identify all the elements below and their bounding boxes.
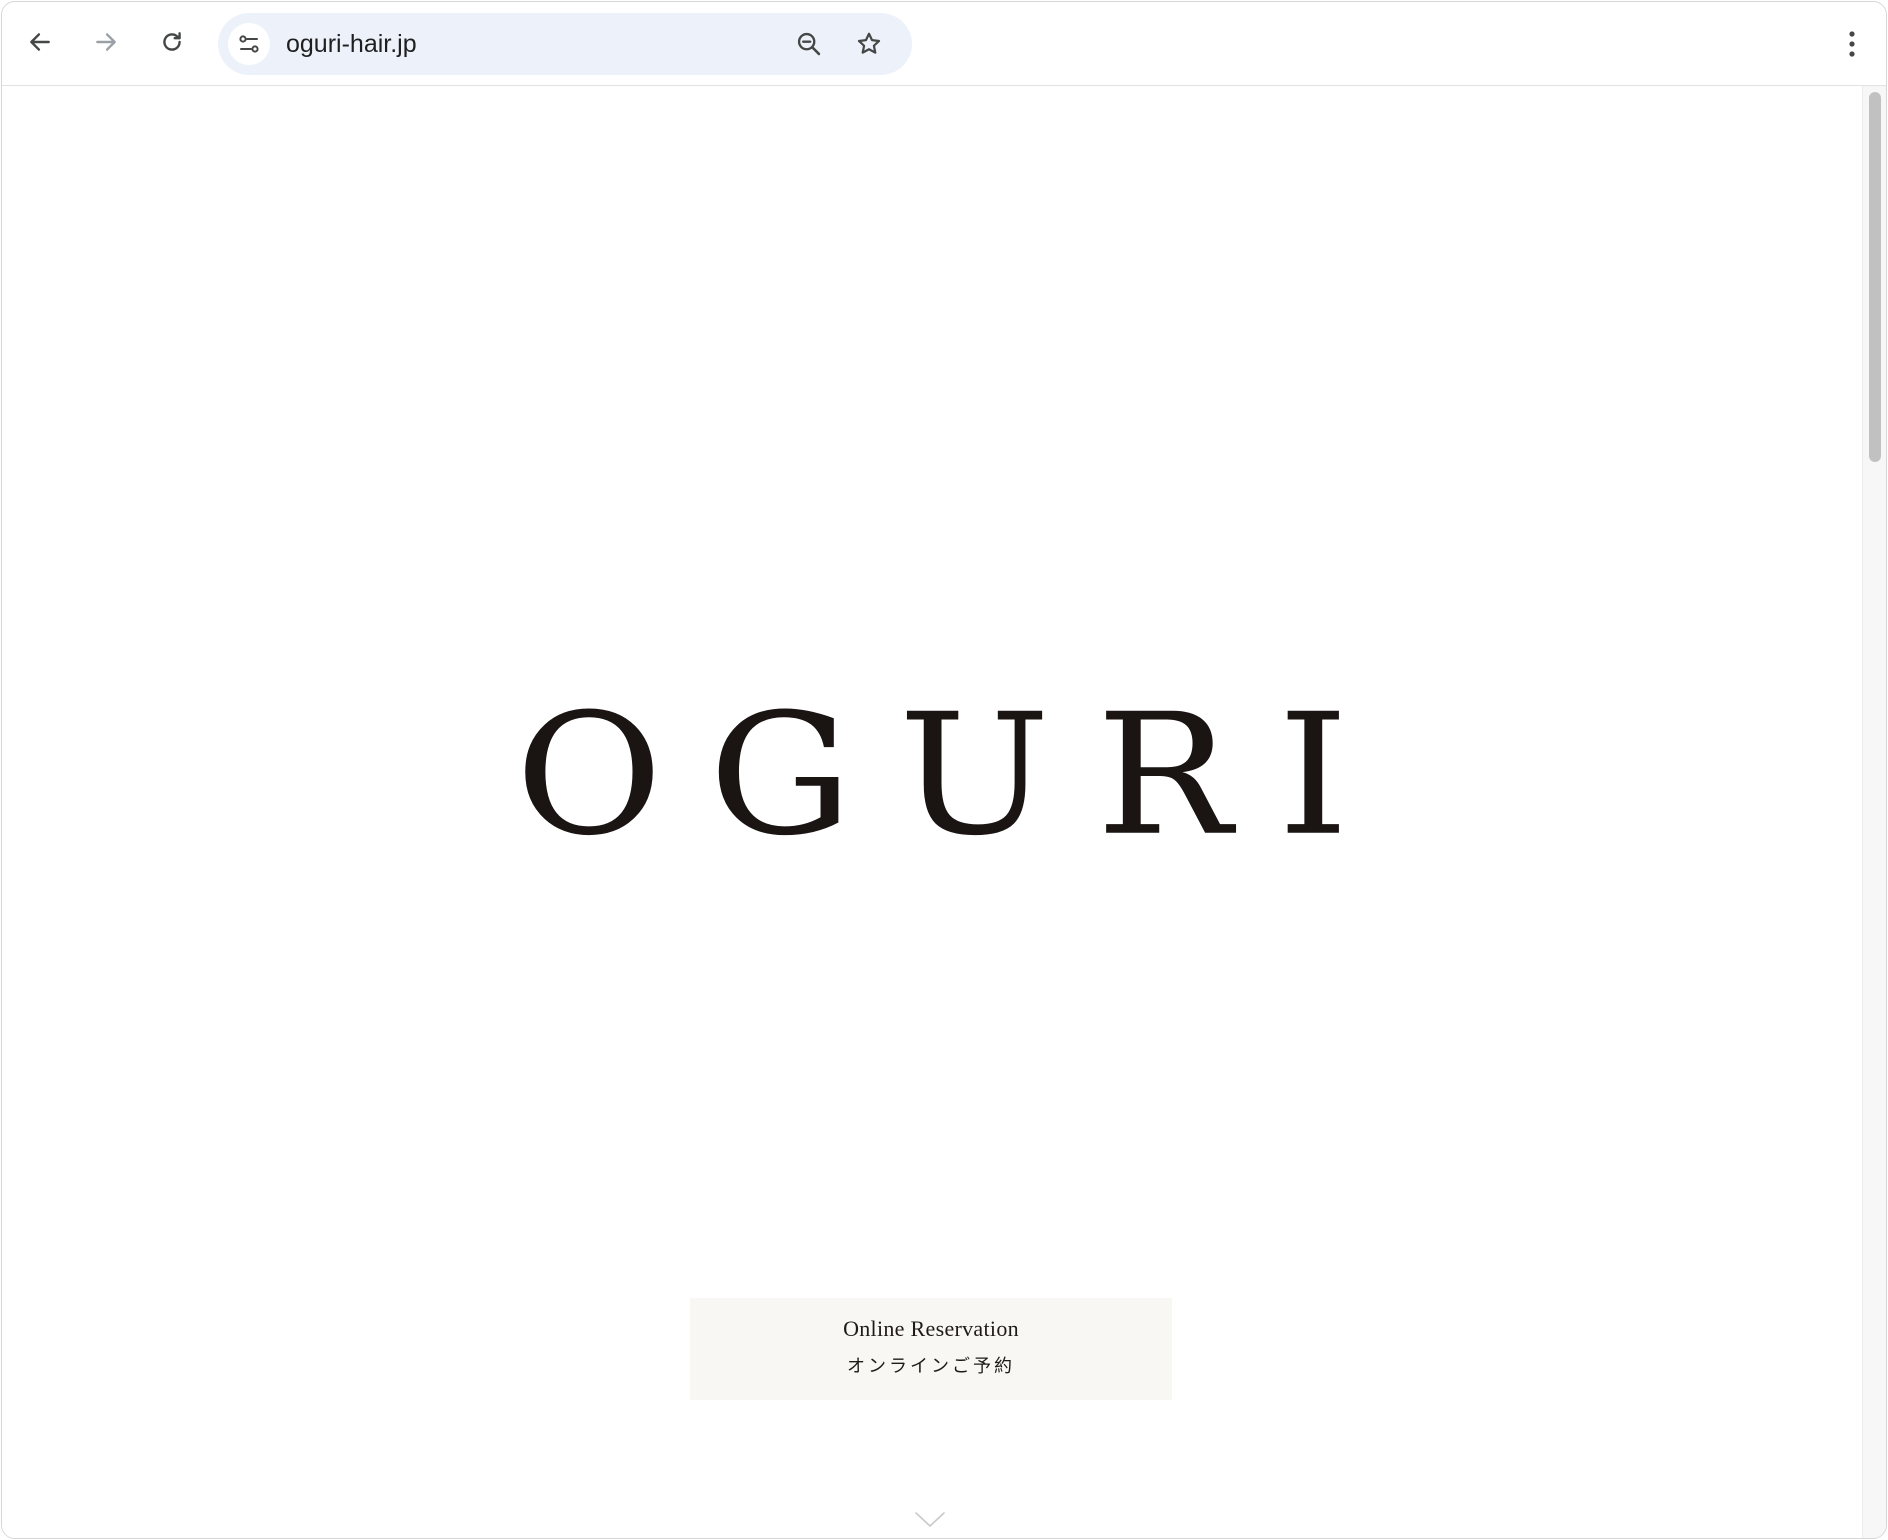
bookmark-button[interactable] <box>848 23 890 65</box>
forward-button[interactable] <box>84 20 128 64</box>
vertical-dots-icon <box>1849 31 1855 57</box>
address-bar[interactable]: oguri-hair.jp <box>218 13 912 75</box>
browser-menu-button[interactable] <box>1832 22 1872 66</box>
zoom-button[interactable] <box>788 23 830 65</box>
back-button[interactable] <box>18 20 62 64</box>
zoom-out-icon <box>797 32 821 56</box>
arrow-left-icon <box>30 33 50 51</box>
arrow-right-icon <box>96 33 116 51</box>
star-icon <box>857 32 881 54</box>
reload-icon <box>163 32 181 51</box>
chevron-down-icon[interactable] <box>914 1510 946 1530</box>
tune-icon <box>239 35 259 53</box>
reload-button[interactable] <box>150 20 194 64</box>
browser-toolbar: oguri-hair.jp <box>2 2 1886 86</box>
reservation-label-en: Online Reservation <box>843 1316 1019 1341</box>
page-content: OGURI Online Reservation オンラインご予約 <box>2 86 1862 1538</box>
browser-window: oguri-hair.jp OGURI Online Reservation オ… <box>1 1 1887 1539</box>
site-logo[interactable]: OGURI <box>2 692 1862 859</box>
url-text[interactable]: oguri-hair.jp <box>286 13 417 75</box>
site-info-button[interactable] <box>228 23 270 65</box>
scrollbar-thumb[interactable] <box>1869 92 1881 462</box>
reservation-label-jp: オンラインご予約 <box>847 1356 1015 1377</box>
scrollbar[interactable] <box>1862 86 1886 1538</box>
online-reservation-button[interactable]: Online Reservation オンラインご予約 <box>690 1298 1172 1400</box>
